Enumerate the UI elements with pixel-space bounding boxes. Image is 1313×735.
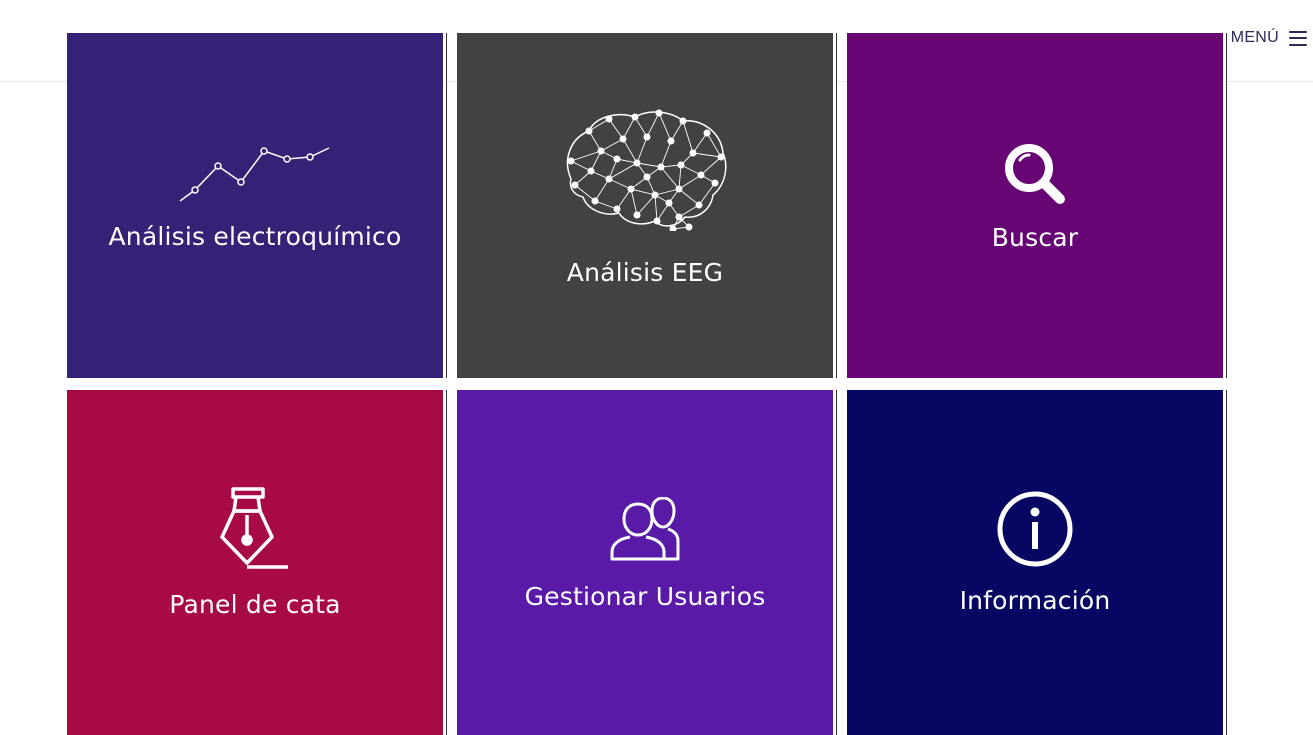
hamburger-icon <box>1289 30 1307 46</box>
tile-label: Panel de cata <box>169 590 341 619</box>
tile-search[interactable]: Buscar <box>847 33 1227 378</box>
info-icon <box>996 490 1074 568</box>
tile-label: Análisis electroquímico <box>108 222 402 251</box>
menu-button[interactable]: MENÚ <box>1231 29 1307 47</box>
tile-information[interactable]: Información <box>847 390 1227 735</box>
tile-tasting-panel[interactable]: Panel de cata <box>67 390 447 735</box>
tile-label: Buscar <box>991 223 1079 252</box>
tile-eeg-analysis[interactable]: Análisis EEG <box>457 33 837 378</box>
pen-nib-icon <box>220 487 290 571</box>
line-chart-icon <box>178 145 332 203</box>
tile-label: Análisis EEG <box>566 258 724 287</box>
tile-label: Información <box>959 586 1111 615</box>
tile-electrochemical-analysis[interactable]: Análisis electroquímico <box>67 33 447 378</box>
brain-network-icon <box>561 109 729 231</box>
menu-label: MENÚ <box>1230 29 1279 46</box>
tile-manage-users[interactable]: Gestionar Usuarios <box>457 390 837 735</box>
tile-label: Gestionar Usuarios <box>524 582 766 611</box>
search-icon <box>1004 143 1066 205</box>
users-icon <box>610 497 680 561</box>
